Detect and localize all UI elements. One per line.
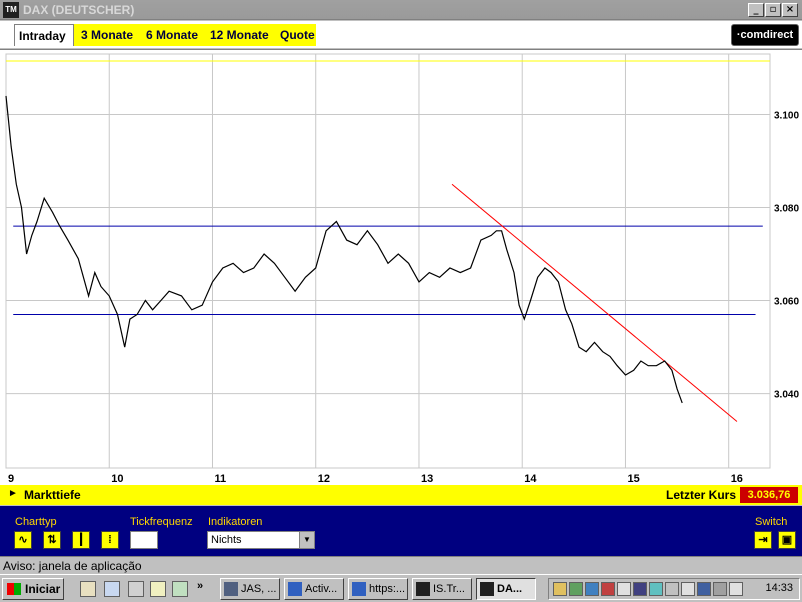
y-tick-label: 3.060 (774, 297, 799, 308)
period-tabs: Intraday 3 Monate 6 Monate 12 Monate Quo… (14, 24, 316, 46)
ie-icon (352, 582, 366, 596)
tab-bar: Intraday 3 Monate 6 Monate 12 Monate Quo… (0, 21, 802, 48)
x-tick-label: 10 (111, 473, 123, 485)
system-tray: 14:33 (548, 578, 800, 600)
bar-chart-icon: ⇅ (47, 534, 57, 546)
quicklaunch-browser-icon[interactable] (104, 581, 120, 597)
taskbar: Iniciar » JAS, ... Activ... https:... IS… (0, 574, 802, 602)
tm-icon (480, 582, 494, 596)
title-bar[interactable]: TM DAX (DEUTSCHER) _ ▫ × (0, 0, 802, 20)
chevron-down-icon[interactable]: ▼ (299, 532, 314, 548)
tray-icon[interactable] (553, 582, 567, 596)
x-tick-label: 15 (627, 473, 639, 485)
task-istr[interactable]: IS.Tr... (412, 578, 472, 600)
candle-chart-button[interactable]: ┃ (72, 531, 90, 549)
switch-right-button[interactable]: ▣ (778, 531, 796, 549)
task-label: JAS, ... (241, 583, 277, 595)
last-price-label: Letzter Kurs (665, 488, 736, 502)
status-text: Aviso: janela de aplicação (3, 559, 142, 573)
x-tick-label: 13 (421, 473, 433, 485)
tray-icon[interactable] (569, 582, 583, 596)
tray-icon[interactable] (697, 582, 711, 596)
bar-chart-button[interactable]: ⇅ (43, 531, 61, 549)
quicklaunch-more-icon[interactable]: » (197, 580, 203, 592)
x-tick-label: 9 (8, 473, 14, 485)
task-label: IS.Tr... (433, 583, 465, 595)
quicklaunch-network-icon[interactable] (128, 581, 144, 597)
tray-icon[interactable] (649, 582, 663, 596)
switch-arrow-icon: ⇥ (758, 534, 768, 546)
control-panel: Charttyp ∿ ⇅ ┃ ⁞ Tickfrequenz Indikatore… (0, 506, 802, 556)
x-tick-label: 14 (524, 473, 537, 485)
close-button[interactable]: × (782, 3, 798, 17)
task-dax[interactable]: DA... (476, 578, 536, 600)
tray-icon[interactable] (601, 582, 615, 596)
switch-label: Switch (755, 516, 788, 528)
task-label: https:... (369, 583, 406, 595)
charttyp-label: Charttyp (15, 516, 57, 528)
last-price-value: 3.036,76 (740, 487, 798, 503)
indikatoren-label: Indikatoren (208, 516, 263, 528)
line-chart-icon: ∿ (18, 534, 28, 546)
tab-6-monate[interactable]: 6 Monate (142, 24, 202, 46)
tray-icon[interactable] (585, 582, 599, 596)
minimize-button[interactable]: _ (748, 3, 764, 17)
tray-icon[interactable] (681, 582, 695, 596)
ie-icon (288, 582, 302, 596)
switch-left-button[interactable]: ⇥ (754, 531, 772, 549)
point-chart-button[interactable]: ⁞ (101, 531, 119, 549)
task-activ[interactable]: Activ... (284, 578, 344, 600)
volume-icon[interactable] (617, 582, 631, 596)
intraday-chart[interactable]: 9 10 11 12 13 14 15 16 3.100 3.080 3.060 3.040 (0, 49, 802, 485)
start-button[interactable]: Iniciar (2, 578, 64, 600)
switch-window-icon: ▣ (781, 534, 793, 546)
tray-icon[interactable] (633, 582, 647, 596)
restore-button[interactable]: ▫ (765, 3, 781, 17)
tray-icon[interactable] (713, 582, 727, 596)
indikatoren-select[interactable]: Nichts ▼ (207, 531, 315, 549)
candle-chart-icon: ┃ (77, 534, 85, 546)
tickfrequenz-input[interactable] (130, 531, 158, 549)
tickfrequenz-label: Tickfrequenz (130, 516, 193, 528)
plot-area (5, 53, 771, 469)
tab-3-monate[interactable]: 3 Monate (77, 24, 137, 46)
line-chart-button[interactable]: ∿ (14, 531, 32, 549)
quicklaunch-outlook-icon[interactable] (172, 581, 188, 597)
app-window: TM DAX (DEUTSCHER) _ ▫ × Intraday 3 Mona… (0, 0, 802, 602)
windows-logo-icon (7, 583, 21, 595)
y-tick-label: 3.080 (774, 204, 799, 215)
start-label: Iniciar (25, 582, 61, 596)
app-icon (224, 582, 238, 596)
app-logo-icon: TM (3, 2, 19, 18)
quicklaunch-acrobat-icon[interactable] (80, 581, 96, 597)
tray-icon[interactable] (729, 582, 743, 596)
tab-quote[interactable]: Quote (276, 24, 319, 46)
tm-icon (416, 582, 430, 596)
task-label: DA... (497, 583, 523, 595)
point-chart-icon: ⁞ (108, 534, 112, 546)
x-tick-label: 12 (318, 473, 330, 485)
x-tick-label: 16 (731, 473, 743, 485)
tray-icon[interactable] (665, 582, 679, 596)
quicklaunch-app-icon[interactable] (150, 581, 166, 597)
comdirect-logo: ·comdirect (731, 24, 799, 46)
markttiefe-link[interactable]: Markttiefe (24, 488, 81, 502)
indikatoren-value: Nichts (211, 534, 242, 546)
window-title: DAX (DEUTSCHER) (23, 3, 135, 17)
task-https[interactable]: https:... (348, 578, 408, 600)
chart-canvas: 9 10 11 12 13 14 15 16 3.100 3.080 3.060 3.040 (5, 53, 799, 485)
x-tick-label: 11 (214, 473, 226, 485)
tab-12-monate[interactable]: 12 Monate (206, 24, 273, 46)
status-bar: Aviso: janela de aplicação (0, 556, 802, 574)
info-bar: ► Markttiefe Letzter Kurs 3.036,76 (0, 485, 802, 505)
tab-intraday[interactable]: Intraday (14, 24, 74, 46)
task-jas[interactable]: JAS, ... (220, 578, 280, 600)
y-tick-label: 3.040 (774, 390, 799, 401)
task-label: Activ... (305, 583, 338, 595)
expand-arrow-icon[interactable]: ► (8, 488, 18, 499)
clock: 14:33 (765, 582, 793, 594)
y-tick-label: 3.100 (774, 110, 799, 121)
